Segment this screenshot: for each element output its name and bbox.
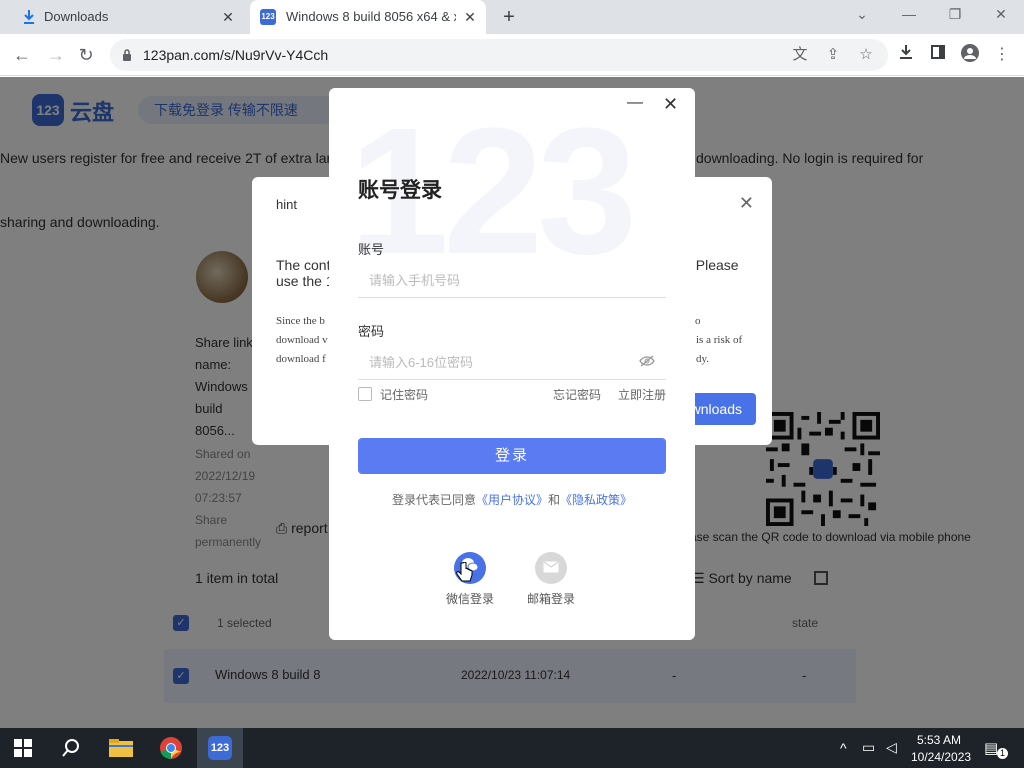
close-icon[interactable]: ✕	[739, 193, 754, 214]
chevron-up-icon[interactable]: ^	[840, 740, 847, 756]
hint-detail: dy.	[696, 353, 710, 365]
chrome-icon[interactable]	[148, 728, 194, 768]
network-icon[interactable]: ▭	[862, 739, 875, 756]
new-tab-button[interactable]: +	[498, 6, 520, 28]
mouse-cursor-icon	[456, 561, 474, 589]
account-label: 账号	[358, 242, 385, 257]
download-icon	[22, 9, 36, 25]
agreement-and: 和	[548, 493, 561, 507]
wechat-login-label[interactable]: 微信登录	[446, 590, 494, 607]
hint-detail: download v	[276, 334, 328, 346]
register-link[interactable]: 立即注册	[618, 386, 666, 403]
agreement-prefix: 登录代表已同意	[391, 493, 476, 507]
bookmark-star-icon[interactable]: ☆	[856, 45, 876, 65]
agreement-text: 登录代表已同意《用户协议》和《隐私政策》	[329, 491, 695, 508]
hint-text: . Please	[688, 257, 739, 273]
downloads-icon[interactable]	[895, 44, 917, 66]
side-panel-icon[interactable]	[927, 44, 949, 66]
hint-detail: Since the b	[276, 315, 325, 327]
clock-date[interactable]: 10/24/2023	[911, 750, 971, 764]
profile-avatar-icon[interactable]	[959, 44, 981, 66]
hint-text: use the 1	[276, 273, 334, 289]
notification-badge: 1	[997, 748, 1008, 759]
forward-button[interactable]: →	[44, 43, 68, 67]
password-label: 密码	[358, 324, 385, 339]
browser-toolbar: ← → ↻ 123pan.com/s/Nu9rVv-Y4Cch 文 ⇪ ☆ ⋮	[0, 34, 1024, 76]
address-bar[interactable]: 123pan.com/s/Nu9rVv-Y4Cch 文 ⇪ ☆	[110, 39, 888, 71]
login-title: 账号登录	[358, 179, 442, 202]
remember-password-checkbox[interactable]	[358, 387, 372, 401]
hint-title: hint	[276, 197, 297, 212]
email-login-icon[interactable]	[535, 552, 567, 584]
volume-muted-icon[interactable]: ◁	[886, 739, 897, 756]
tab-search-icon[interactable]: ⌄	[852, 6, 872, 23]
remember-password-label[interactable]: 记住密码	[380, 386, 428, 403]
password-input[interactable]	[358, 346, 666, 380]
close-icon[interactable]: ✕	[462, 9, 478, 25]
notification-icon[interactable]: ▤	[984, 739, 998, 757]
hint-detail: is a risk of	[696, 334, 743, 346]
tab-downloads[interactable]: Downloads ✕	[8, 0, 244, 34]
back-button[interactable]: ←	[10, 43, 34, 67]
123pan-taskbar-icon[interactable]: 123	[197, 728, 243, 768]
close-icon[interactable]: ✕	[663, 94, 678, 115]
login-modal: 123 — ✕ 账号登录 账号 密码 记住密码 忘记密码 立即注册 登录 登录代…	[329, 88, 695, 640]
tab-title: Windows 8 build 8056 x64 & x86	[286, 9, 456, 24]
window-close-button[interactable]: ✕	[991, 6, 1011, 23]
tab-title: Downloads	[44, 9, 109, 24]
login-button[interactable]: 登录	[358, 438, 666, 474]
minimize-icon[interactable]: —	[627, 94, 643, 112]
hide-password-icon[interactable]	[639, 354, 655, 370]
123pan-favicon: 123	[260, 9, 276, 25]
minimize-button[interactable]: —	[899, 6, 919, 22]
windows-taskbar: 123 ^ ▭ ◁ 5:53 AM 10/24/2023 ▤ 1	[0, 728, 1024, 768]
tab-123pan[interactable]: 123 Windows 8 build 8056 x64 & x86 ✕	[250, 0, 486, 34]
search-icon[interactable]	[48, 728, 94, 768]
share-icon[interactable]: ⇪	[823, 45, 843, 65]
phone-number-input[interactable]	[358, 264, 666, 298]
start-button[interactable]	[0, 728, 46, 768]
privacy-policy-link[interactable]: 《隐私政策》	[560, 493, 632, 507]
hint-detail: download f	[276, 353, 326, 365]
restore-button[interactable]: ❐	[945, 6, 965, 23]
lock-icon	[122, 48, 132, 62]
hint-text: The cont	[276, 257, 331, 273]
menu-kebab-icon[interactable]: ⋮	[991, 44, 1013, 66]
translate-icon[interactable]: 文	[790, 45, 810, 65]
clock-time[interactable]: 5:53 AM	[917, 733, 961, 747]
close-icon[interactable]: ✕	[220, 9, 236, 25]
url-text: 123pan.com/s/Nu9rVv-Y4Cch	[143, 47, 329, 63]
browser-tab-strip: Downloads ✕ 123 Windows 8 build 8056 x64…	[0, 0, 1024, 34]
user-agreement-link[interactable]: 《用户协议》	[476, 493, 548, 507]
forgot-password-link[interactable]: 忘记密码	[553, 386, 601, 403]
reload-button[interactable]: ↻	[74, 43, 98, 67]
file-explorer-icon[interactable]	[98, 728, 144, 768]
email-login-label[interactable]: 邮箱登录	[527, 590, 575, 607]
